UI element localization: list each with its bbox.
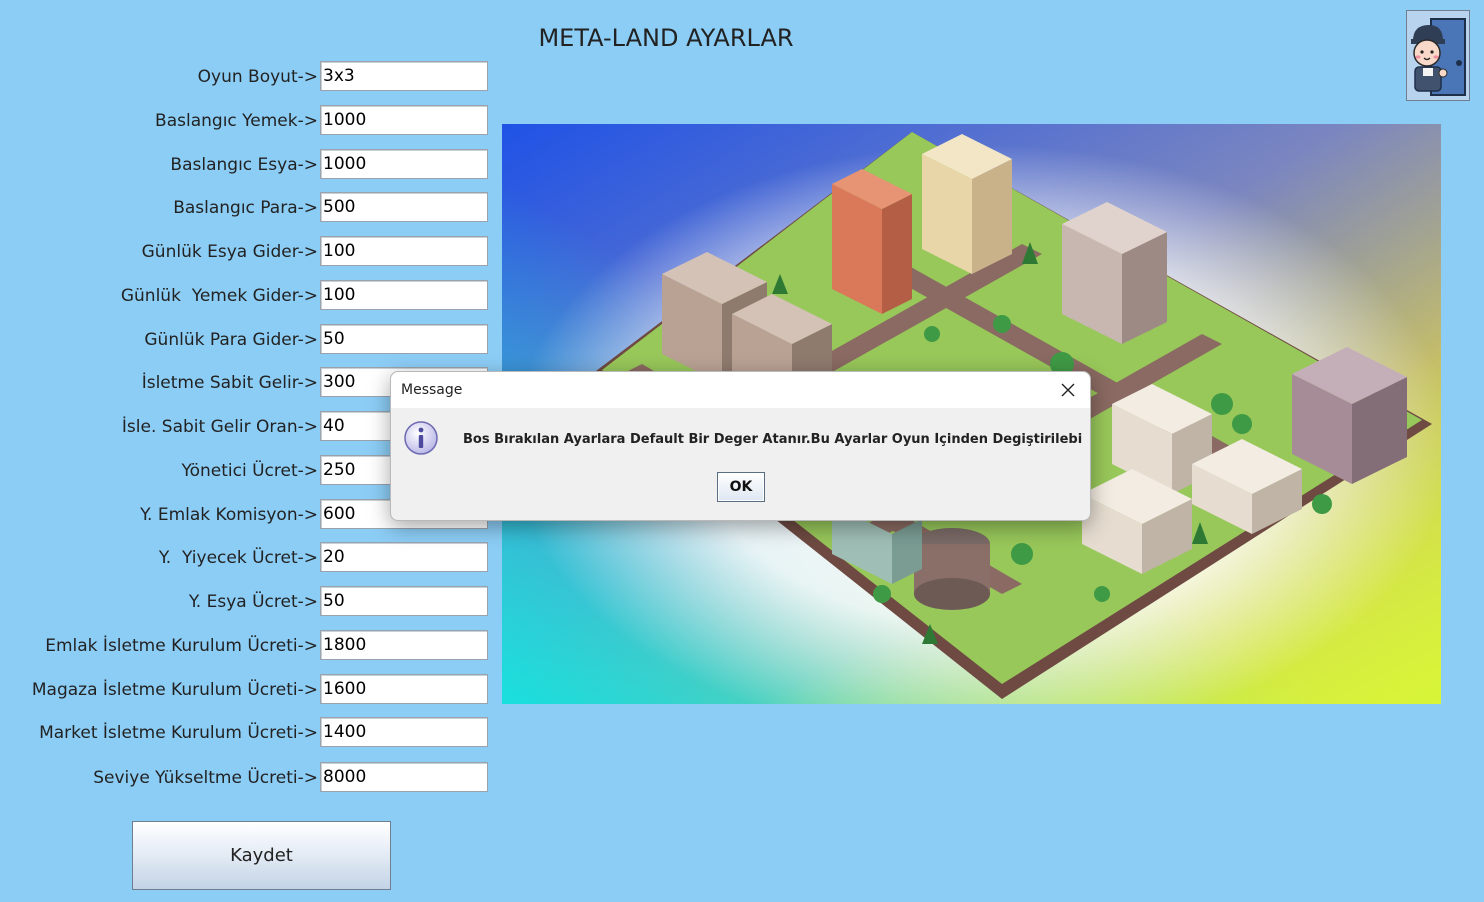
dialog-titlebar: Message: [391, 372, 1090, 408]
message-dialog: Message Bos Bırakılan Ayarlara Default B…: [390, 371, 1091, 521]
info-icon: [404, 421, 438, 455]
setting-input[interactable]: 50: [320, 586, 488, 616]
setting-label: Y. Yiyecek Ücret->: [158, 548, 318, 568]
close-icon: [1061, 383, 1075, 397]
setting-label: Baslangıc Para->: [173, 198, 318, 218]
profile-button[interactable]: [1406, 10, 1470, 101]
setting-input[interactable]: 100: [320, 236, 488, 266]
setting-input[interactable]: 50: [320, 324, 488, 354]
setting-label: Oyun Boyut->: [197, 67, 318, 87]
page-title: META-LAND AYARLAR: [538, 24, 794, 52]
ok-button[interactable]: OK: [717, 472, 765, 502]
setting-label: Baslangıc Esya->: [170, 155, 318, 175]
setting-input[interactable]: 20: [320, 542, 488, 572]
dialog-message: Bos Bırakılan Ayarlara Default Bir Deger…: [463, 432, 1083, 447]
setting-label: Yönetici Ücret->: [181, 461, 318, 481]
setting-input[interactable]: 8000: [320, 762, 488, 792]
setting-label: Baslangıc Yemek->: [155, 111, 318, 131]
setting-input[interactable]: 1000: [320, 105, 488, 135]
dialog-title: Message: [401, 382, 463, 398]
setting-input[interactable]: 1800: [320, 630, 488, 660]
setting-label: İsletme Sabit Gelir->: [141, 373, 318, 393]
setting-label: Emlak İsletme Kurulum Ücreti->: [45, 636, 318, 656]
setting-label: Günlük Para Gider->: [144, 330, 318, 350]
setting-label: Günlük Esya Gider->: [141, 242, 318, 262]
setting-label: Seviye Yükseltme Ücreti->: [93, 768, 318, 788]
setting-label: Magaza İsletme Kurulum Ücreti->: [31, 680, 318, 700]
setting-input[interactable]: 1600: [320, 674, 488, 704]
avatar-icon: [1407, 11, 1469, 100]
setting-input[interactable]: 1000: [320, 149, 488, 179]
save-button-label: Kaydet: [230, 845, 293, 866]
setting-input[interactable]: 100: [320, 280, 488, 310]
setting-label: Y. Esya Ücret->: [188, 592, 318, 612]
setting-label: İsle. Sabit Gelir Oran->: [121, 417, 318, 437]
save-button[interactable]: Kaydet: [132, 821, 391, 890]
setting-input[interactable]: 1400: [320, 717, 488, 747]
setting-label: Market İsletme Kurulum Ücreti->: [39, 723, 318, 743]
setting-label: Y. Emlak Komisyon->: [140, 505, 318, 525]
ok-button-label: OK: [729, 479, 753, 495]
close-button[interactable]: [1056, 378, 1080, 402]
setting-input[interactable]: 500: [320, 192, 488, 222]
setting-input[interactable]: 3x3: [320, 61, 488, 91]
setting-label: Günlük Yemek Gider->: [120, 286, 318, 306]
